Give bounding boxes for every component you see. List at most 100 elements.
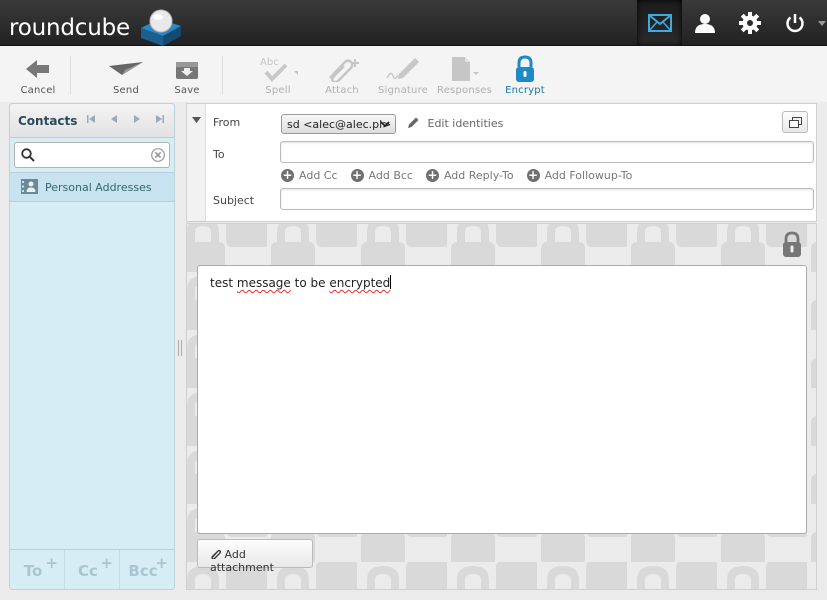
edit-identities-link[interactable]: Edit identities [407,116,503,130]
add-attachment-button[interactable]: Add attachment [197,539,313,574]
add-cc-label: Add Cc [299,169,338,182]
open-in-new-window-button[interactable] [782,111,808,133]
cancel-button[interactable]: Cancel [11,54,65,98]
attach-button[interactable]: Attach [315,54,369,98]
top-bar: roundcube [0,0,827,46]
top-nav [637,0,827,46]
contacts-nav-button[interactable] [682,0,727,46]
popout-window-icon [789,117,802,128]
contacts-footer: To + Cc + Bcc + [10,549,174,589]
responses-label: Responses [437,85,493,96]
encrypt-label: Encrypt [505,85,545,96]
add-cc-link[interactable]: + Add Cc [281,169,338,182]
attach-label: Attach [325,85,359,96]
encryption-lock-icon [783,231,801,257]
address-book-personal[interactable]: Personal Addresses [10,172,174,202]
last-page-icon[interactable] [155,114,165,127]
send-button[interactable]: Send [99,54,153,98]
message-body-editor[interactable]: test message to be encrypted [197,265,807,534]
add-cc-recipient-button[interactable]: Cc + [65,550,120,589]
first-page-icon[interactable] [86,114,96,127]
cancel-label: Cancel [20,85,56,96]
envelope-icon [647,14,672,32]
subject-input[interactable] [280,188,814,210]
body-word: to [294,276,307,290]
contacts-panel: Contacts Personal Addresses To + Cc + Bc… [9,103,175,590]
text-cursor [390,275,392,289]
toolbar-divider [70,56,71,94]
gear-icon [738,12,761,34]
add-reply-to-label: Add Reply-To [443,169,514,182]
svg-text:Abc: Abc [260,57,279,68]
from-identity-select[interactable]: sd <alec@alec.pl> [281,114,396,134]
plus-circle-icon: + [425,168,439,182]
contacts-search-input[interactable] [14,142,170,168]
plus-icon: + [45,554,58,572]
document-icon [452,57,479,81]
save-label: Save [174,85,200,96]
add-bcc-recipient-button[interactable]: Bcc + [120,550,174,589]
add-followup-to-link[interactable]: + Add Followup-To [526,168,633,182]
logout-nav-button[interactable] [772,0,817,46]
user-icon [694,14,715,33]
add-followup-to-label: Add Followup-To [544,169,633,182]
from-value: sd <alec@alec.pl> [287,118,392,131]
spell-check-button[interactable]: Abc Spell [251,54,305,98]
encrypt-button[interactable]: Encrypt [498,54,552,98]
nav-menu-toggle[interactable] [817,0,827,46]
caret-down-icon [192,117,201,123]
responses-button[interactable]: Responses [437,54,493,98]
message-body-text: test message to be encrypted [210,275,392,290]
paperclip-icon [329,59,359,82]
from-label: From [213,116,241,129]
paper-plane-icon [109,62,143,75]
edit-identities-label: Edit identities [427,117,504,130]
add-reply-to-link[interactable]: + Add Reply-To [425,168,514,182]
body-word: be [310,276,326,290]
toolbar-divider [222,56,223,94]
previous-page-icon[interactable] [109,114,119,127]
send-label: Send [113,85,139,96]
spell-check-icon: Abc [260,57,298,82]
subject-label: Subject [213,194,255,207]
next-page-icon[interactable] [132,114,142,127]
caret-down-icon [818,20,826,26]
logo-cube-icon [141,9,181,46]
body-word: message [236,276,291,290]
compose-headers: From sd <alec@alec.pl> Edit identities T… [186,103,817,222]
headers-toggle[interactable] [187,104,206,221]
plus-icon: + [100,554,113,572]
address-book-icon [21,179,38,194]
body-word: test [210,276,234,290]
address-book-label: Personal Addresses [45,181,152,194]
to-label: To [213,148,225,161]
search-icon [21,148,35,162]
chevron-down-icon [380,121,390,128]
save-tray-icon [176,62,198,79]
settings-nav-button[interactable] [727,0,772,46]
compose-toolbar: Cancel Send Save Abc Spell Attach Signat… [0,46,827,102]
clear-search-icon[interactable] [151,148,165,162]
power-icon [785,14,804,33]
body-word: encrypted [329,276,391,290]
signature-pen-icon [386,58,419,79]
plus-circle-icon: + [281,168,294,182]
plus-circle-icon: + [526,168,540,182]
mail-nav-button[interactable] [637,0,682,46]
signature-button[interactable]: Signature [376,54,430,98]
contacts-header: Contacts [10,104,174,138]
to-input[interactable] [280,141,814,163]
plus-icon: + [155,554,168,572]
add-bcc-link[interactable]: + Add Bcc [350,168,413,182]
pane-resize-handle[interactable] [178,340,182,356]
back-arrow-icon [26,60,49,78]
add-bcc-label: Add Bcc [368,169,413,182]
paperclip-icon [211,549,222,560]
add-to-recipient-button[interactable]: To + [10,550,65,589]
pencil-icon [408,117,419,128]
save-button[interactable]: Save [160,54,214,98]
contacts-title: Contacts [18,114,78,128]
padlock-icon [516,55,534,82]
plus-circle-icon: + [350,168,364,182]
compose-body-area: test message to be encrypted Add attachm… [186,223,817,590]
